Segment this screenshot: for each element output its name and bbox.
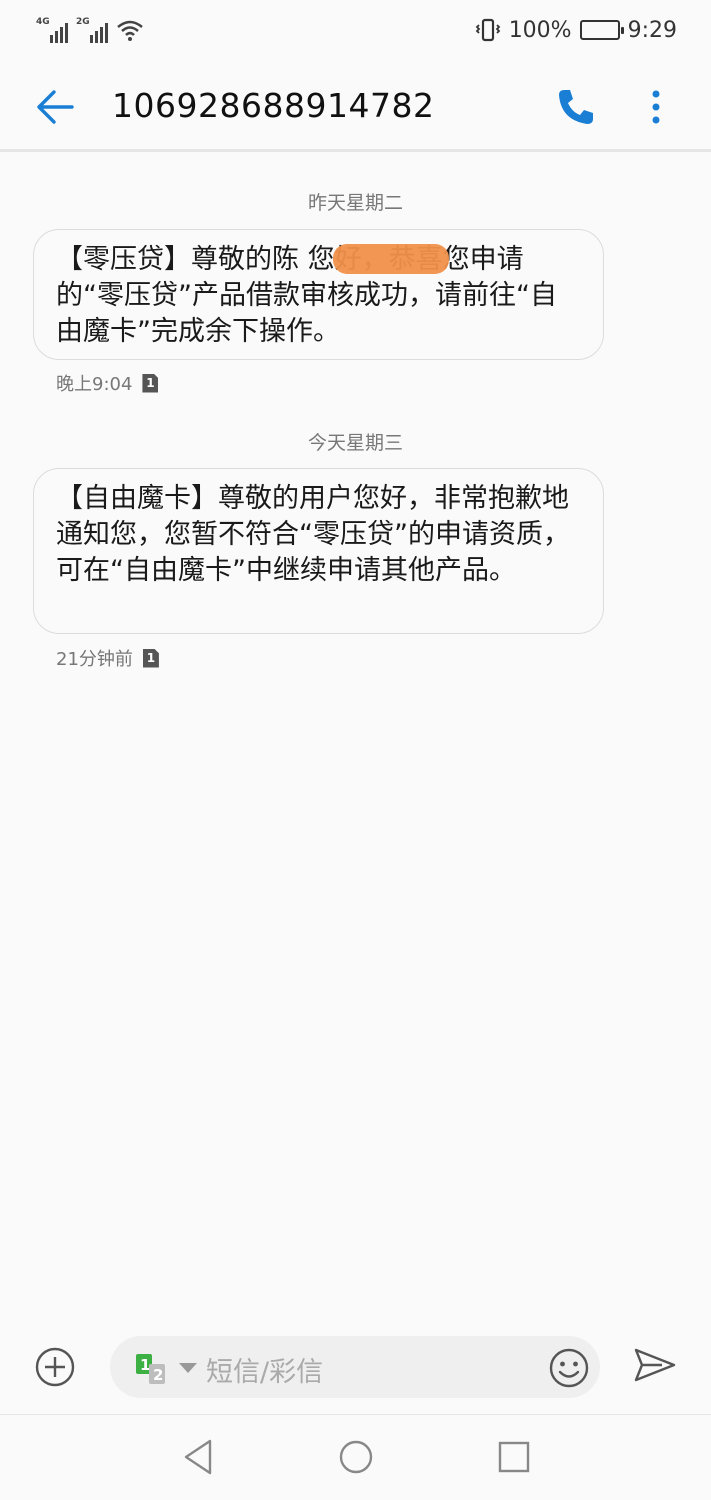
sim-card-icon: 1 <box>142 373 159 393</box>
message-time: 21分钟前 <box>56 649 133 670</box>
message-meta: 21分钟前 1 <box>56 645 159 671</box>
arrow-left-icon[interactable] <box>34 86 76 128</box>
send-icon[interactable] <box>632 1344 678 1386</box>
more-vertical-icon[interactable] <box>640 86 672 128</box>
message-bubble[interactable]: 【零压贷】尊敬的陈 您好，恭喜您申请的“零压贷”产品借款审核成功，请前往“自由魔… <box>33 229 604 360</box>
signal-2g-icon: 2G <box>76 17 108 43</box>
battery-icon <box>579 20 624 40</box>
system-nav-bar <box>0 1414 711 1500</box>
network-type-1: 4G <box>36 17 50 27</box>
wifi-icon <box>117 20 143 41</box>
message-text: 【自由魔卡】尊敬的用户您好，非常抱歉地通知您，您暂不符合“零压贷”的申请资质，可… <box>56 483 570 586</box>
battery-percent: 100% <box>508 17 572 43</box>
plus-circle-icon[interactable] <box>34 1346 76 1388</box>
message-meta: 晚上9:04 1 <box>56 370 159 396</box>
redaction-mark <box>333 244 449 274</box>
nav-recent-apps-icon[interactable] <box>494 1437 534 1477</box>
message-input-placeholder: 短信/彩信 <box>206 1357 324 1388</box>
compose-bar: 1 2 短信/彩信 <box>0 1330 711 1414</box>
message-bubble[interactable]: 【自由魔卡】尊敬的用户您好，非常抱歉地通知您，您暂不符合“零压贷”的申请资质，可… <box>33 468 604 634</box>
conversation-header: 106928688914782 <box>0 60 711 152</box>
svg-text:2: 2 <box>153 1366 163 1384</box>
network-type-2: 2G <box>76 17 90 27</box>
signal-4g-icon: 4G <box>36 17 68 43</box>
smiley-icon[interactable] <box>548 1347 590 1389</box>
nav-back-icon[interactable] <box>180 1437 220 1477</box>
sim-select-icon[interactable]: 1 2 <box>136 1352 206 1386</box>
status-right: 100% 9:29 <box>475 18 677 43</box>
message-text: 【零压贷】尊敬的陈 您好，恭喜您申请的“零压贷”产品借款审核成功，请前往“自由魔… <box>56 244 557 347</box>
status-time: 9:29 <box>627 17 677 43</box>
conversation-title: 106928688914782 <box>112 86 435 125</box>
message-input[interactable]: 1 2 短信/彩信 <box>110 1336 600 1398</box>
nav-home-icon[interactable] <box>336 1437 376 1477</box>
status-bar: 4G 2G 100% 9:29 <box>0 0 711 60</box>
message-time: 晚上9:04 <box>56 374 133 395</box>
status-left: 4G 2G <box>36 17 144 43</box>
svg-text:1: 1 <box>140 1356 150 1374</box>
sim-card-icon: 1 <box>142 648 159 668</box>
date-separator: 今天星期三 <box>307 432 403 454</box>
phone-icon[interactable] <box>555 86 597 128</box>
date-separator: 昨天星期二 <box>307 192 403 214</box>
vibrate-icon <box>475 18 500 42</box>
